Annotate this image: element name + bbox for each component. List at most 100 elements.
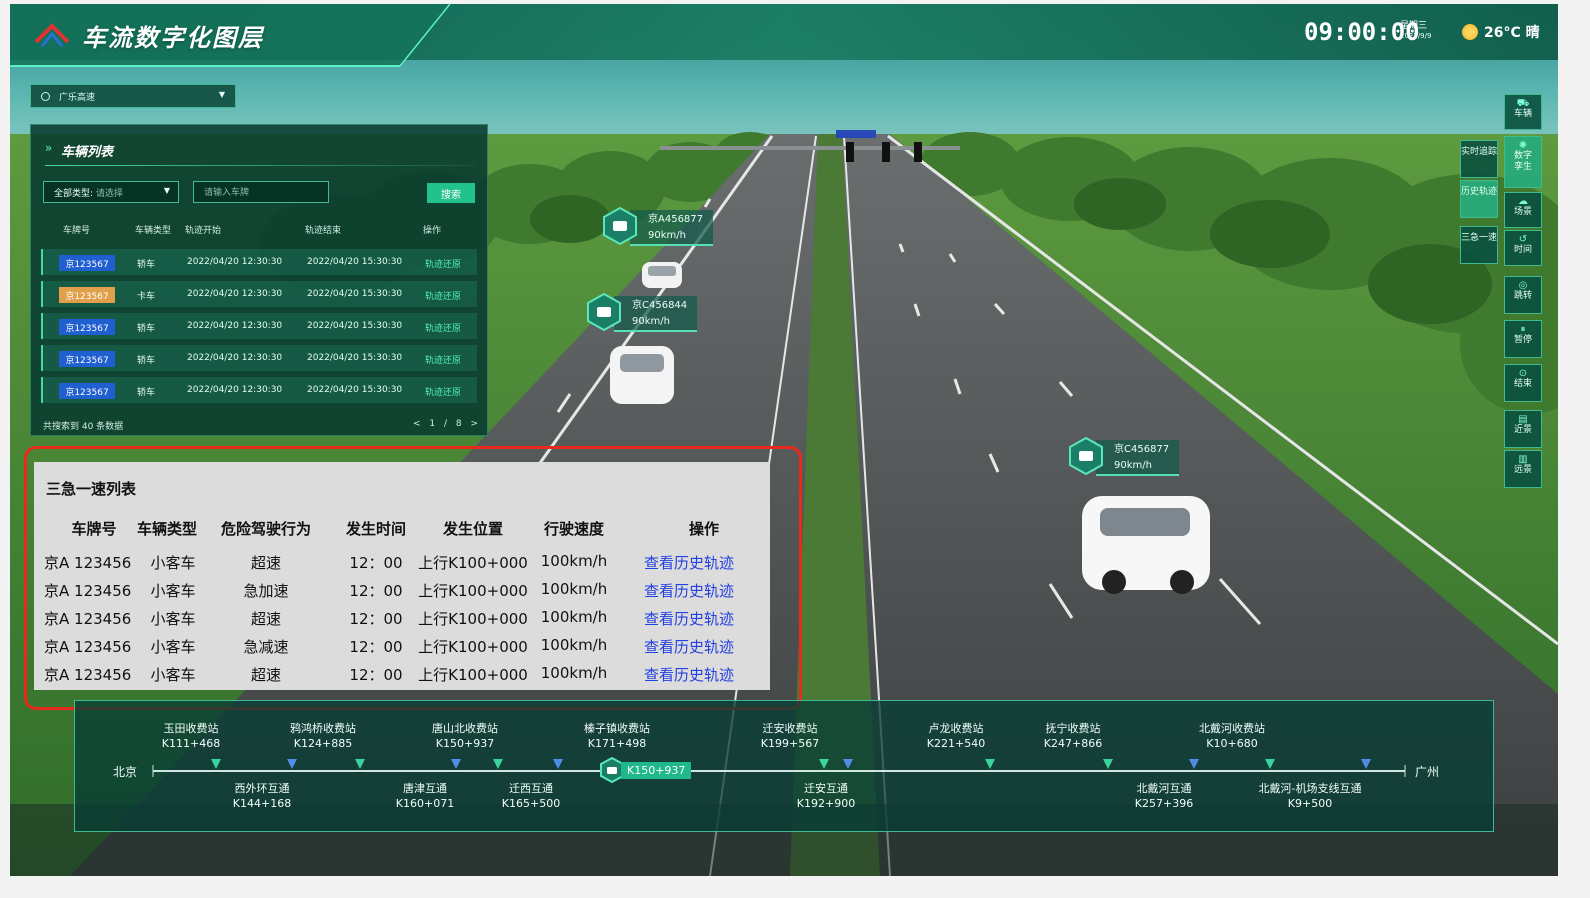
tool-stop-button[interactable]: ⊙ 结束: [1504, 364, 1542, 402]
interchange[interactable]: 迁西互通 K165+500: [491, 781, 571, 811]
station[interactable]: 迁安收费站 K199+567: [747, 721, 833, 751]
vehicle-row[interactable]: 京123567 卡车 2022/04/20 12:30:30 2022/04/2…: [41, 281, 477, 307]
location: 上行K100+000: [418, 666, 528, 684]
prev-page-button[interactable]: <: [413, 419, 424, 429]
plate-badge: 京123567: [59, 351, 115, 367]
car-speed: 90km/h: [648, 230, 686, 241]
vehicle-row[interactable]: 京123567 轿车 2022/04/20 12:30:30 2022/04/2…: [41, 313, 477, 339]
plate: 京A 123456: [44, 582, 132, 600]
track-end: 2022/04/20 15:30:30: [307, 385, 403, 395]
view-history-link[interactable]: 查看历史轨迹: [634, 664, 744, 685]
interchange[interactable]: 迁安互通 K192+900: [783, 781, 869, 811]
time: 12：00: [349, 666, 403, 684]
weekday: 星期三: [1400, 21, 1428, 31]
chevron-down-icon: ▼: [218, 90, 225, 99]
vehicle-type: 轿车: [137, 324, 156, 334]
search-button[interactable]: 搜索: [427, 183, 475, 203]
tool-near-view-button[interactable]: ▤ 近景: [1504, 410, 1542, 448]
tool-stop-label: 结束: [1513, 379, 1532, 389]
col-plate: 车牌号: [71, 520, 117, 538]
track-start: 2022/04/20 12:30:30: [187, 321, 283, 331]
car-speed: 90km/h: [632, 316, 670, 327]
type-filter-placeholder: 请选择: [95, 189, 123, 199]
car-speed: 90km/h: [1114, 460, 1152, 471]
plate: 京A 123456: [44, 554, 132, 572]
col-type: 车辆类型: [135, 226, 172, 236]
col-plate: 车牌号: [63, 226, 91, 236]
location: 上行K100+000: [418, 610, 528, 628]
route-start: 北京: [113, 765, 138, 779]
station[interactable]: 玉田收费站 K111+468: [151, 721, 231, 751]
track-restore-link[interactable]: 轨迹还原: [425, 257, 461, 270]
vehicle-row[interactable]: 京123567 轿车 2022/04/20 12:30:30 2022/04/2…: [41, 249, 477, 275]
interchange[interactable]: 西外环互通 K144+168: [219, 781, 305, 811]
date: 2023/9/9: [1400, 32, 1432, 40]
col-start: 轨迹开始: [185, 226, 222, 236]
time: 12：00: [349, 638, 403, 656]
tool-car-button[interactable]: ⛟ 车辆: [1504, 94, 1542, 130]
speed: 100km/h: [540, 608, 608, 626]
pause-icon: ⏸: [1520, 324, 1526, 335]
track-end: 2022/04/20 15:30:30: [307, 257, 403, 267]
page-title: 车流数字化图层: [82, 24, 264, 52]
station[interactable]: 北戴河收费站 K10+680: [1187, 721, 1277, 751]
view-history-link[interactable]: 查看历史轨迹: [634, 608, 744, 629]
speed: 100km/h: [540, 636, 608, 654]
tool-twin-button[interactable]: ✺ 数字孪生: [1504, 136, 1542, 188]
station[interactable]: 卢龙收费站 K221+540: [913, 721, 999, 751]
tool-far-view-button[interactable]: ▥ 远景: [1504, 450, 1542, 488]
danger-driving-table: 三急一速列表 车牌号 车辆类型 危险驾驶行为 发生时间 发生位置 行驶速度 操作…: [34, 462, 770, 690]
col-action: 操作: [688, 520, 719, 538]
plate: 京A 123456: [44, 666, 132, 684]
plate-search-input[interactable]: [193, 181, 329, 203]
tool-jump-button[interactable]: ◎ 跳转: [1504, 276, 1542, 314]
location: 上行K100+000: [418, 554, 528, 572]
station[interactable]: 唐山北收费站 K150+937: [417, 721, 513, 751]
next-page-button[interactable]: >: [471, 419, 482, 429]
map-view: 车流数字化图层 09:00:00 星期三 2023/9/9 26°C 晴 广乐高…: [10, 4, 1558, 876]
tool-time-button[interactable]: ↺ 时间: [1504, 230, 1542, 266]
vehicle-type: 轿车: [137, 260, 156, 270]
track-restore-link[interactable]: 轨迹还原: [425, 353, 461, 366]
three-urgent-button[interactable]: 三急一速: [1460, 226, 1498, 264]
track-restore-link[interactable]: 轨迹还原: [425, 321, 461, 334]
interchange[interactable]: 北戴河互通 K257+396: [1119, 781, 1209, 811]
tool-scene-button[interactable]: ☁ 场景: [1504, 192, 1542, 228]
scene-icon: ☁: [1518, 196, 1528, 207]
vehicle-row[interactable]: 京123567 轿车 2022/04/20 12:30:30 2022/04/2…: [41, 345, 477, 371]
interchange[interactable]: 北戴河-机场支线互通 K9+500: [1235, 781, 1385, 811]
tool-pause-button[interactable]: ⏸ 暂停: [1504, 320, 1542, 358]
speed: 100km/h: [540, 552, 608, 570]
history-track-button[interactable]: 历史轨迹: [1460, 180, 1498, 218]
tool-car-label: 车辆: [1513, 109, 1532, 119]
view-history-link[interactable]: 查看历史轨迹: [634, 552, 744, 573]
jump-icon: ◎: [1518, 280, 1528, 291]
track-restore-link[interactable]: 轨迹还原: [425, 289, 461, 302]
realtime-track-button[interactable]: 实时追踪: [1460, 140, 1498, 178]
route-end: 广州: [1415, 765, 1440, 779]
vehicle-type: 卡车: [137, 292, 156, 302]
vehicle-type: 小客车: [150, 554, 196, 572]
track-restore-link[interactable]: 轨迹还原: [425, 385, 461, 398]
behavior: 超速: [250, 666, 281, 684]
current-position-marker[interactable]: K150+937: [599, 757, 695, 783]
plate-badge: 京123567: [59, 319, 115, 335]
station[interactable]: 抚宁收费站 K247+866: [1033, 721, 1113, 751]
interchange[interactable]: 唐津互通 K160+071: [385, 781, 465, 811]
time: 12：00: [349, 582, 403, 600]
plate: 京A 123456: [44, 610, 132, 628]
station[interactable]: 榛子镇收费站 K171+498: [569, 721, 665, 751]
road-select[interactable]: 广乐高速 ▼: [30, 84, 236, 108]
realtime-track-label: 实时追踪: [1461, 147, 1498, 157]
tool-time-label: 时间: [1513, 245, 1532, 255]
location: 上行K100+000: [418, 638, 528, 656]
behavior: 急加速: [243, 582, 289, 600]
view-history-link[interactable]: 查看历史轨迹: [634, 636, 744, 657]
weather: 26°C 晴: [1484, 25, 1540, 41]
view-history-link[interactable]: 查看历史轨迹: [634, 580, 744, 601]
vehicle-type-select[interactable]: 全部类型: 请选择 ▼: [43, 181, 179, 203]
station[interactable]: 鸦鸿桥收费站 K124+885: [275, 721, 371, 751]
twin-icon: ✺: [1518, 140, 1528, 151]
vehicle-row[interactable]: 京123567 轿车 2022/04/20 12:30:30 2022/04/2…: [41, 377, 477, 403]
vehicle-list-panel: » 车辆列表 全部类型: 请选择 ▼ 搜索 车牌号 车辆类型 轨迹开始 轨迹结束…: [30, 124, 488, 436]
